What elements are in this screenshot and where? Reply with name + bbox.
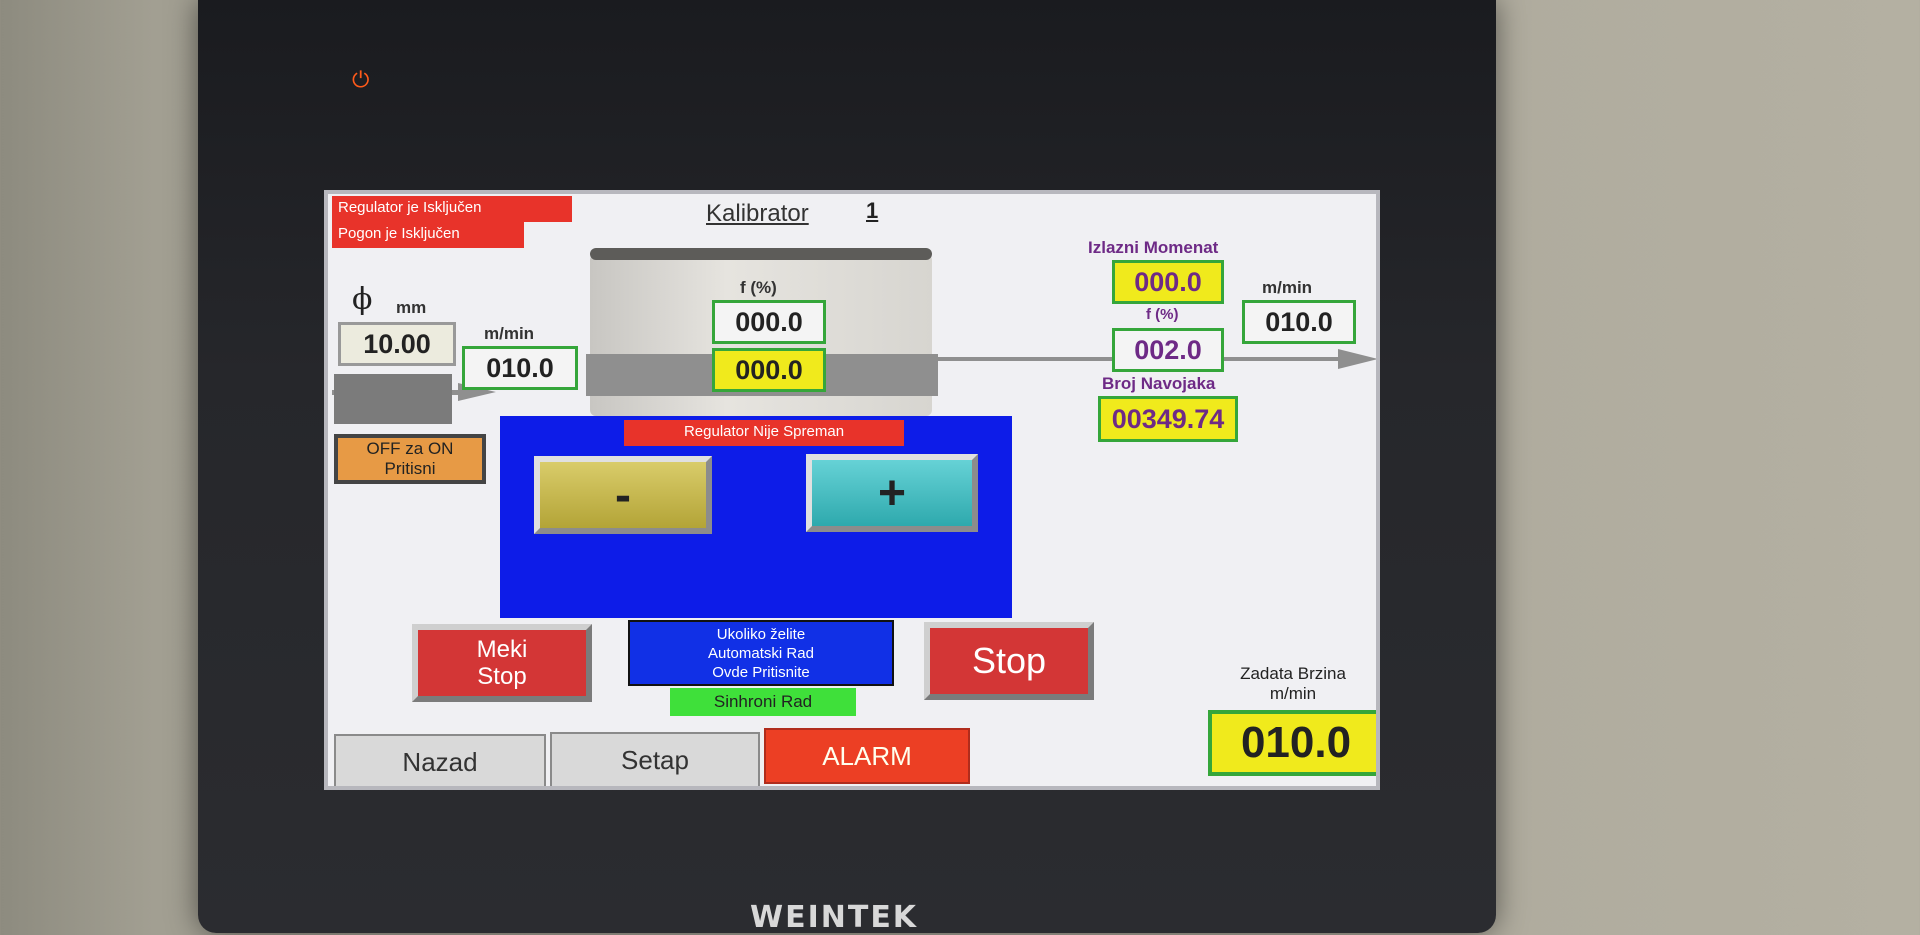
diameter-unit-label: mm xyxy=(396,298,427,317)
turns-label: Broj Navojaka xyxy=(1102,374,1216,393)
toggle-label-line1: OFF za ON xyxy=(366,439,454,458)
diameter-icon: ϕ xyxy=(352,282,373,317)
turns-value: 00349.74 xyxy=(1098,396,1238,442)
auto-line2: Automatski Rad xyxy=(708,644,814,662)
torque-value-text: 000.0 xyxy=(1134,266,1202,297)
setpoint-label-line2: m/min xyxy=(1269,684,1317,703)
drive-status-bar: Pogon je Isključen xyxy=(332,222,524,248)
setpoint-label: Zadata Brzina m/min xyxy=(1228,664,1358,704)
regulator-status-bar: Regulator je Isključen xyxy=(332,196,572,222)
soft-stop-button[interactable]: Meki Stop xyxy=(412,624,592,702)
auto-line1: Ukoliko želite xyxy=(716,625,806,643)
auto-line3: Ovde Pritisnite xyxy=(712,663,810,681)
input-speed-value: 010.0 xyxy=(462,346,578,390)
stop-button[interactable]: Stop xyxy=(924,622,1094,700)
center-f-label: f (%) xyxy=(740,278,777,297)
auto-mode-button[interactable]: Ukoliko želite Automatski Rad Ovde Pritisn… xyxy=(628,620,894,686)
output-arrow-icon xyxy=(1338,349,1376,369)
sync-mode-indicator: Sinhroni Rad xyxy=(670,688,856,716)
output-f-label: f (%) xyxy=(1146,306,1179,323)
center-f-setpoint[interactable]: 000.0 xyxy=(712,348,826,392)
on-off-toggle-button[interactable]: OFF za ON Pritisni xyxy=(334,434,486,484)
output-speed-unit: m/min xyxy=(1262,278,1313,297)
setpoint-speed-value[interactable]: 010.0 xyxy=(1208,710,1376,776)
input-feed-block xyxy=(334,374,452,424)
decrease-button[interactable]: - xyxy=(534,456,712,534)
tab-alarm[interactable]: ALARM xyxy=(764,728,970,784)
center-f-value: 000.0 xyxy=(712,300,826,344)
power-icon: ⏻ xyxy=(352,68,370,93)
tab-setup[interactable]: Setap xyxy=(550,732,760,786)
brand-logo: WEINTEK xyxy=(750,900,919,935)
regulator-not-ready-badge: Regulator Nije Spreman xyxy=(624,420,904,446)
torque-label: Izlazni Momenat xyxy=(1088,238,1219,257)
output-speed-value: 010.0 xyxy=(1242,300,1356,344)
page-title: Kalibrator xyxy=(706,200,809,227)
hmi-screen: Regulator je Isključen Pogon je Isključe… xyxy=(324,190,1380,790)
soft-stop-line1: Meki xyxy=(476,636,528,663)
tab-back[interactable]: Nazad xyxy=(334,734,546,786)
diameter-value[interactable]: 10.00 xyxy=(338,322,456,366)
setpoint-label-line1: Zadata Brzina xyxy=(1240,664,1346,683)
soft-stop-line2: Stop xyxy=(477,663,527,690)
toggle-label-line2: Pritisni xyxy=(384,459,436,478)
output-f-value: 002.0 xyxy=(1112,328,1224,372)
torque-value: 000.0 xyxy=(1112,260,1224,304)
calibrator-number: 1 xyxy=(866,198,879,223)
increase-button[interactable]: + xyxy=(806,454,978,532)
drum-top-rim xyxy=(590,248,932,260)
input-speed-unit: m/min xyxy=(484,324,535,343)
